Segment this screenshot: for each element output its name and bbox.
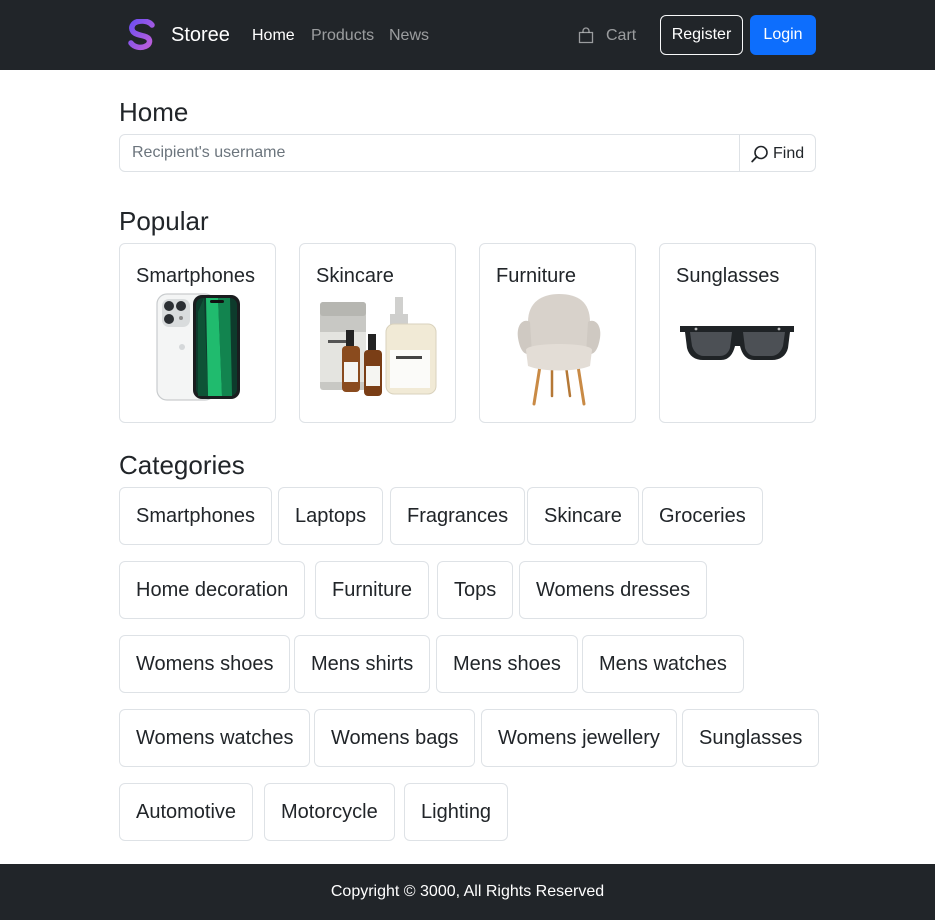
popular-card-sunglasses[interactable]: Sunglasses	[659, 243, 816, 423]
find-button[interactable]: Find	[739, 134, 816, 172]
category-chip[interactable]: Womens jewellery	[481, 709, 677, 767]
navbar: Storee Home Products News Cart Register …	[0, 0, 935, 70]
category-chip[interactable]: Womens shoes	[119, 635, 291, 693]
search-input[interactable]	[119, 134, 740, 172]
armchair-image	[517, 294, 601, 406]
category-chip[interactable]: Laptops	[278, 487, 384, 545]
card-title: Smartphones	[136, 265, 255, 287]
card-title: Skincare	[316, 265, 394, 287]
category-chip[interactable]: Mens shirts	[294, 635, 431, 693]
smartphone-image	[156, 293, 240, 401]
category-chip[interactable]: Groceries	[642, 487, 763, 545]
s-logo-icon[interactable]	[128, 19, 156, 51]
footer: Copyright © 3000, All Rights Reserved	[0, 864, 935, 920]
card-title: Furniture	[496, 265, 577, 287]
page-title: Home	[119, 97, 189, 127]
category-chip[interactable]: Automotive	[119, 783, 254, 841]
category-chip[interactable]: Mens watches	[582, 635, 744, 693]
category-chip[interactable]: Womens watches	[119, 709, 311, 767]
categories-heading: Categories	[119, 450, 245, 480]
popular-heading: Popular	[119, 206, 209, 236]
category-chip[interactable]: Womens bags	[314, 709, 476, 767]
skincare-bottles-image	[320, 297, 437, 396]
card-title: Sunglasses	[676, 265, 780, 287]
category-chip[interactable]: Fragrances	[390, 487, 526, 545]
category-chip[interactable]: Womens dresses	[519, 561, 708, 619]
category-chip[interactable]: Skincare	[527, 487, 639, 545]
register-button[interactable]: Register	[660, 15, 743, 55]
nav-link-products[interactable]: Products	[311, 26, 374, 46]
popular-card-smartphones[interactable]: Smartphones	[119, 243, 276, 423]
category-chip[interactable]: Furniture	[315, 561, 430, 619]
search-icon	[751, 145, 768, 163]
find-button-label: Find	[773, 145, 805, 162]
login-button[interactable]: Login	[750, 15, 816, 55]
popular-card-furniture[interactable]: Furniture	[479, 243, 636, 423]
category-chip[interactable]: Smartphones	[119, 487, 272, 545]
popular-card-skincare[interactable]: Skincare	[299, 243, 456, 423]
nav-link-home[interactable]: Home	[252, 26, 295, 46]
nav-link-news[interactable]: News	[389, 26, 429, 46]
brand-name[interactable]: Storee	[171, 23, 230, 47]
category-chip[interactable]: Motorcycle	[264, 783, 395, 841]
cart-label: Cart	[606, 27, 637, 44]
copyright-text: Copyright © 3000, All Rights Reserved	[330, 883, 605, 900]
category-chip[interactable]: Home decoration	[119, 561, 306, 619]
shopping-bag-icon	[578, 27, 594, 44]
sunglasses-image	[680, 326, 794, 360]
category-chip[interactable]: Sunglasses	[682, 709, 820, 767]
category-chip[interactable]: Tops	[437, 561, 514, 619]
category-chip[interactable]: Lighting	[404, 783, 509, 841]
category-chip[interactable]: Mens shoes	[436, 635, 578, 693]
